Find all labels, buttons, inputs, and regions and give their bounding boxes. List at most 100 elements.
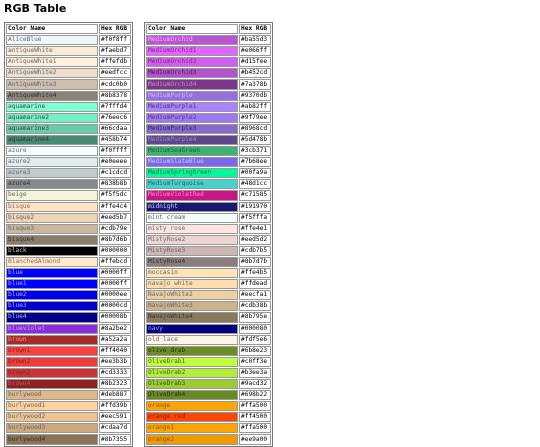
color-name-cell: blue [6,268,98,279]
hex-value-cell: #cdb79e [99,223,131,234]
hex-value-cell: #cdaa7d [99,423,131,434]
hex-value-cell: #ffefdb [99,57,131,68]
table-row: navy #000080 [146,323,271,334]
hex-value-cell: #c0ff3e [239,356,271,367]
hex-value-cell: #7fffd4 [99,101,131,112]
hex-value-cell: #c1cdcd [99,168,131,179]
table-row: aquamarine3 #66cdaa [6,123,131,134]
table-row: blue #0000ff [6,268,131,279]
hex-value-cell: #eecfa1 [239,290,271,301]
color-name-cell: MistyRose4 [146,256,238,268]
table-row: MediumOrchid4 #7a378b [146,79,271,90]
color-name-cell: OliveDrab1 [146,356,238,367]
color-name-cell: MistyRose3 [146,245,238,256]
hex-value-cell: #8b8378 [99,90,131,101]
color-name-cell: navy [146,323,238,334]
hex-value-cell: #0000ee [99,290,131,301]
color-name-cell: brown2 [6,356,98,367]
color-name-cell: AntiqueWhite2 [6,68,98,79]
hex-value-cell: #ffe4b5 [239,268,271,279]
hex-value-cell: #9370db [239,90,271,101]
table-row: MediumSeaGreen #3cb371 [146,146,271,157]
color-name-header: Color Name [146,24,238,35]
table-row: brown4 #8b2323 [6,379,131,390]
hex-value-cell: #ffdead [239,279,271,290]
color-name-cell: blue3 [6,301,98,312]
table-row: old lace #fdf5e6 [146,334,271,345]
hex-value-cell: #8b7355 [99,434,131,445]
hex-value-cell: #ffebcd [99,256,131,268]
hex-value-cell: #ee9a00 [239,434,271,445]
color-name-cell: burlywood1 [6,401,98,412]
table-row: burlywood2 #eec591 [6,412,131,423]
hex-value-cell: #6b8e23 [239,345,271,356]
color-name-cell: azure [6,146,98,157]
hex-value-cell: #cd3333 [99,367,131,378]
color-name-cell: MediumPurple3 [146,123,238,134]
hex-value-cell: #cdc0b0 [99,79,131,90]
color-name-cell: MediumSlateBlue [146,157,238,168]
table-row: MediumPurple4 #5d478b [146,134,271,146]
hex-value-cell: #f5fffa [239,212,271,223]
rgb-table-left: Color Name Hex RGB AliceBlue #f0f8ff antiq… [4,22,133,447]
table-row: AntiqueWhite4 #8b8378 [6,90,131,101]
color-name-cell: misty rose [146,223,238,234]
color-name-cell: mint cream [146,212,238,223]
table-row: blue1 #0000ff [6,279,131,290]
table-row: aquamarine #7fffd4 [6,101,131,112]
hex-value-cell: #458b74 [99,134,131,146]
hex-value-cell: #ab82ff [239,101,271,112]
color-name-cell: aquamarine4 [6,134,98,146]
color-name-cell: orange1 [146,423,238,434]
rgb-table-right: Color Name Hex RGB MediumOrchid #ba55d3 Me… [144,22,273,447]
color-name-cell: AntiqueWhite1 [6,57,98,68]
hex-value-cell: #eec591 [99,412,131,423]
table-row: bisque #ffe4c4 [6,201,131,212]
table-row: bisque4 #8b7d6b [6,234,131,245]
hex-value-cell: #ff4040 [99,345,131,356]
color-name-cell: blue4 [6,312,98,323]
hex-value-cell: #d15fee [239,57,271,68]
color-name-cell: MediumPurple2 [146,112,238,123]
hex-value-cell: #5d478b [239,134,271,146]
color-name-cell: MediumPurple [146,90,238,101]
hex-value-cell: #00008b [99,312,131,323]
table-row: orange #ffa500 [146,401,271,412]
table-row: aquamarine2 #76eec6 [6,112,131,123]
hex-value-cell: #838b8b [99,179,131,190]
color-name-cell: olive drab [146,345,238,356]
color-name-cell: orange2 [146,434,238,445]
table-row: MediumVioletRed #c71585 [146,190,271,201]
color-name-cell: MediumTurquoise [146,179,238,190]
table-row: MistyRose3 #cdb7b5 [146,245,271,256]
table-row: MediumSpringGreen #00fa9a [146,168,271,179]
hex-value-cell: #ee3b3b [99,356,131,367]
table-row: azure2 #e0eeee [6,157,131,168]
color-name-cell: blue2 [6,290,98,301]
table-row: mint cream #f5fffa [146,212,271,223]
color-name-cell: AntiqueWhite3 [6,79,98,90]
hex-value-cell: #e066ff [239,46,271,57]
color-name-cell: burlywood2 [6,412,98,423]
table-row: MediumOrchid #ba55d3 [146,35,271,46]
color-name-cell: brown3 [6,367,98,378]
hex-value-cell: #9acd32 [239,379,271,390]
hex-value-cell: #cdb38b [239,301,271,312]
table-row: azure3 #c1cdcd [6,168,131,179]
hex-value-cell: #faebd7 [99,46,131,57]
table-row: navajo white #ffdead [146,279,271,290]
table-row: burlywood3 #cdaa7d [6,423,131,434]
table-row: brown2 #ee3b3b [6,356,131,367]
table-row: OliveDrab1 #c0ff3e [146,356,271,367]
table-row: bisque3 #cdb79e [6,223,131,234]
table-row: azure4 #838b8b [6,179,131,190]
color-name-header: Color Name [6,24,98,35]
hex-value-cell: #a52a2a [99,334,131,345]
table-row: blue3 #0000cd [6,301,131,312]
color-name-cell: antiqueWhite [6,46,98,57]
color-name-cell: MediumOrchid4 [146,79,238,90]
color-name-cell: MistyRose2 [146,234,238,245]
hex-value-cell: #00fa9a [239,168,271,179]
hex-value-cell: #ba55d3 [239,35,271,46]
table-row: OliveDrab2 #b3ee3a [146,367,271,378]
